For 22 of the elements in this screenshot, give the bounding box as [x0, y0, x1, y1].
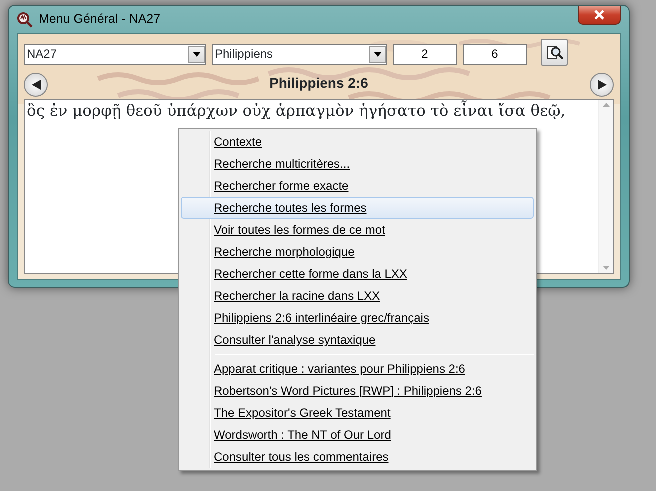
verse-field[interactable]: 6	[463, 44, 527, 64]
menu-item[interactable]: Consulter tous les commentaires	[181, 446, 534, 468]
menu-item[interactable]: Robertson's Word Pictures [RWP] : Philippiens 2:6	[181, 380, 534, 402]
version-dropdown[interactable]: NA27	[24, 44, 206, 64]
book-dropdown[interactable]: Philippiens	[212, 44, 387, 64]
menu-item[interactable]: Recherche morphologique	[181, 241, 534, 263]
verse-heading: Philippiens 2:6	[270, 74, 368, 93]
menu-item[interactable]: Rechercher forme exacte	[181, 175, 534, 197]
greek-verse-text: ὃς ἐν μορφῇ θεοῦ ὑπάρχων οὐχ ἁρπαγμὸν ἡγήσατο τὸ εἶναι ἴσα θεῷ,	[27, 102, 566, 120]
window-title: Menu Général - NA27	[39, 11, 161, 28]
menu-item[interactable]: Apparat critique : variantes pour Philippiens 2:6	[181, 358, 534, 380]
menu-item[interactable]: Consulter l'analyse syntaxique	[181, 329, 534, 351]
menu-item[interactable]: Contexte	[181, 131, 534, 153]
menu-item[interactable]: Recherche toutes les formes	[181, 197, 534, 219]
menu-item[interactable]: Philippiens 2:6 interlinéaire grec/français	[181, 307, 534, 329]
menu-item[interactable]: Wordsworth : The NT of Our Lord	[181, 424, 534, 446]
menu-item[interactable]: Rechercher la racine dans LXX	[181, 285, 534, 307]
menu-item[interactable]: Voir toutes les formes de ce mot	[181, 219, 534, 241]
menu-item[interactable]: Rechercher cette forme dans la LXX	[181, 263, 534, 285]
menu-item[interactable]: The Expositor's Greek Testament	[181, 402, 534, 424]
chapter-field[interactable]: 2	[393, 44, 457, 64]
menu-item[interactable]: Recherche multicritères...	[181, 153, 534, 175]
